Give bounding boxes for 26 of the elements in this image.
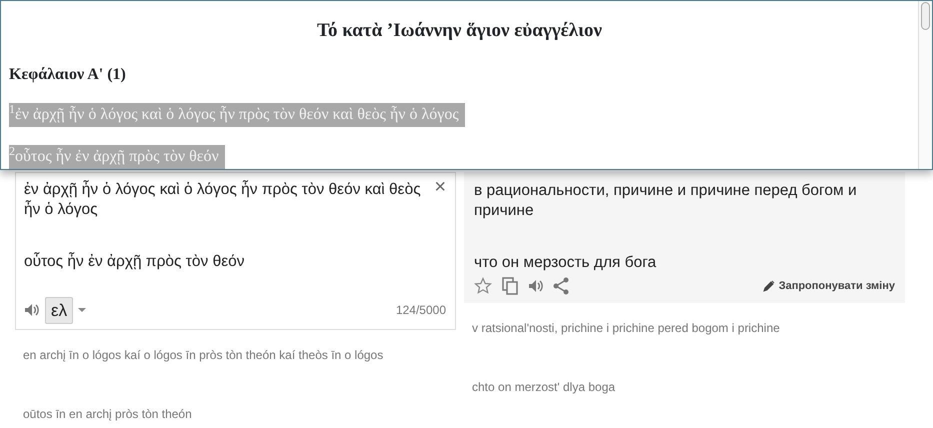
star-icon[interactable] bbox=[474, 277, 492, 295]
caret-icon[interactable] bbox=[78, 308, 86, 312]
scrollbar-thumb[interactable] bbox=[921, 2, 930, 30]
verse-number: 1 bbox=[9, 102, 15, 126]
verse-text: ἐν ἀρχῇ ἦν ὁ λόγος καὶ ὁ λόγος ἦν πρὸς τὸν θεόν καὶ θεὸς ἦν ὁ λόγος bbox=[15, 102, 465, 126]
source-paragraph: οὗτος ἦν ἐν ἀρχῇ πρὸς τὸν θεόν bbox=[23, 252, 246, 272]
verse-text: οὗτος ἦν ἐν ἀρχῇ πρὸς τὸν θεόν bbox=[15, 144, 225, 168]
speaker-icon[interactable] bbox=[528, 278, 543, 294]
keyboard-language-button[interactable]: ελ bbox=[45, 296, 74, 324]
suggest-edit-button[interactable]: Запропонувати зміну bbox=[762, 278, 895, 294]
document-title: Τό κατὰ ’Ιωάννην ἅγιον εὐαγγέλιον bbox=[316, 19, 603, 43]
transliteration-text: v ratsional'nosti, prichine i prichine pered bogom i prichine bbox=[471, 320, 781, 337]
speaker-icon[interactable] bbox=[24, 302, 39, 318]
share-icon[interactable] bbox=[553, 277, 569, 295]
transliteration-text: chto on merzost' dlya boga bbox=[471, 379, 616, 396]
source-paragraph: ἐν ἀρχῇ ἦν ὁ λόγος καὶ ὁ λόγος ἦν πρὸς τὸν θεόν καὶ θεὸς ἦν ὁ λόγος bbox=[23, 180, 422, 220]
close-button[interactable]: × bbox=[434, 177, 446, 197]
pencil-icon bbox=[762, 280, 775, 292]
chapter-heading: Κεφάλαιον Α' (1) bbox=[9, 64, 127, 84]
translation-paragraph: в рациональности, причине и причине перед богом и причине bbox=[474, 181, 858, 221]
transliteration-text: oūtos īn en archį pròs tòn theón bbox=[22, 406, 193, 423]
verse-number: 2 bbox=[9, 144, 15, 168]
transliteration-text: en archį īn o lógos kaí o lógos īn pròs tòn theón kaí theòs īn o lógos bbox=[22, 347, 384, 364]
character-count: 124/5000 bbox=[396, 302, 446, 320]
copy-icon[interactable] bbox=[502, 277, 518, 295]
translation-paragraph: что он мерзость для бога bbox=[474, 253, 658, 273]
